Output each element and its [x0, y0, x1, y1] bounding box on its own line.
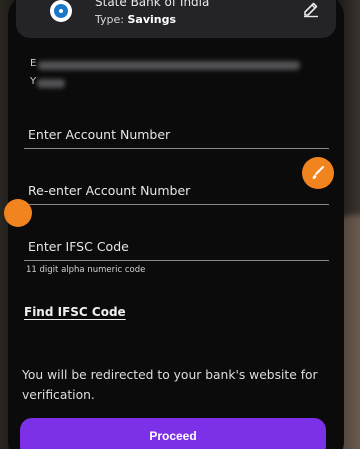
- ifsc-underline: [24, 260, 329, 261]
- edit-pencil-icon[interactable]: [302, 0, 320, 18]
- bank-logo-icon: [50, 0, 72, 22]
- ifsc-code-input[interactable]: Enter IFSC Code: [28, 239, 129, 254]
- phone-screen: State Bank of India Type: Savings E Y En…: [8, 0, 344, 449]
- photo-frame: State Bank of India Type: Savings E Y En…: [0, 0, 360, 449]
- account-type-label: Type:: [95, 13, 124, 26]
- masked-info-line-1: E: [30, 58, 37, 69]
- account-number-input[interactable]: Enter Account Number: [28, 127, 170, 142]
- selected-bank-card[interactable]: State Bank of India Type: Savings: [16, 0, 336, 38]
- find-ifsc-link[interactable]: Find IFSC Code: [24, 305, 126, 319]
- masked-text-bar: [38, 61, 300, 70]
- proceed-button[interactable]: Proceed: [20, 418, 326, 449]
- account-type-value: Savings: [127, 13, 177, 26]
- account-type: Type: Savings: [95, 13, 176, 26]
- ifsc-helper-text: 11 digit alpha numeric code: [26, 265, 146, 275]
- brush-icon: [312, 166, 324, 179]
- reenter-account-number-input[interactable]: Re-enter Account Number: [28, 183, 190, 198]
- floating-side-button[interactable]: [4, 199, 32, 227]
- floating-brush-button[interactable]: [302, 157, 334, 189]
- masked-text-bar: [37, 79, 65, 88]
- bank-name: State Bank of India: [95, 0, 210, 9]
- masked-info-line-2: Y: [30, 76, 37, 87]
- redirect-notice: You will be redirected to your bank's we…: [22, 368, 318, 402]
- reenter-account-underline: [24, 204, 329, 205]
- account-number-underline: [24, 148, 329, 149]
